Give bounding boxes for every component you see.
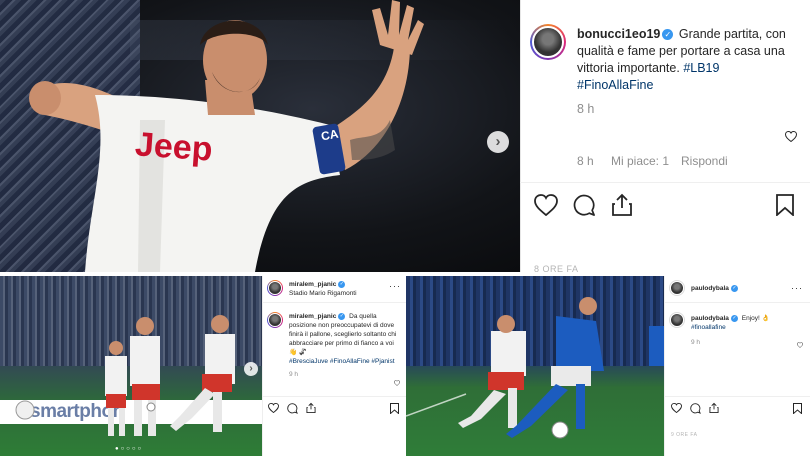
dybala-time-footer: 9 ORE FA [671,432,698,438]
post-time: 8 h [577,102,595,116]
action-divider [520,182,810,183]
dybala-username[interactable]: paulodybala [691,285,729,292]
hashtag-lb19[interactable]: #LB19 [683,61,719,75]
pjanic-players-illustration [15,315,235,436]
dybala-comment-heart-icon[interactable] [797,342,803,348]
pjanic-header: miralem_pjanic ✓ Stadio Mario Rigamonti [289,280,389,298]
dybala-comment-avatar[interactable] [669,312,685,328]
like-heart-icon[interactable] [534,194,558,216]
dybala-comment-user[interactable]: paulodybala [691,315,729,322]
dybala-action-divider [664,396,810,397]
reply-link[interactable]: Rispondi [681,154,728,168]
pjanic-avatar[interactable] [267,280,283,296]
top-post-caption: bonucci1eo19 ✓ Grande partita, con qualit… [577,26,802,94]
pjanic-location[interactable]: Stadio Mario Rigamonti [289,290,357,297]
dybala-more-options-icon[interactable]: ··· [791,283,803,293]
pjanic-post-photo[interactable]: smartphon › ●○○○○ [0,276,262,456]
pjanic-time: 9 h [289,371,299,378]
verified-badge-icon: ✓ [662,29,674,40]
dybala-comment-icon[interactable] [690,403,701,414]
pjanic-comment-heart-icon[interactable] [394,380,400,386]
pjanic-comment: miralem_pjanic ✓ Da quella posizione non … [289,312,401,379]
dybala-header: paulodybala ✓ [691,284,740,293]
comment-like-heart-icon[interactable] [785,131,797,142]
bookmark-icon[interactable] [776,194,794,216]
pjanic-comment-avatar[interactable] [267,312,283,328]
top-time-footer: 8 ORE FA [534,264,579,274]
pjanic-header-divider [262,302,406,303]
dybala-hashtag[interactable]: #finoallafine [691,324,726,331]
dybala-share-icon[interactable] [709,402,719,414]
pjanic-comment-user[interactable]: miralem_pjanic [289,313,336,320]
pjanic-username[interactable]: miralem_pjanic [289,281,336,288]
instagram-collage: Jeep CA › bonucci1eo19 ✓ Grande partita, … [0,0,810,456]
pjanic-action-divider [262,396,406,397]
bonucci-avatar[interactable] [530,24,566,60]
captain-armband-text: CA [319,126,340,144]
dybala-comment-verified-icon: ✓ [730,315,738,322]
dybala-like-icon[interactable] [671,403,682,413]
dybala-post-photo[interactable] [406,276,664,456]
pjanic-share-icon[interactable] [306,402,316,414]
share-icon[interactable] [611,193,633,217]
comment-time: 8 h [577,154,594,168]
dybala-comment-text: Enjoy! 👌 [741,315,770,322]
jersey-sponsor: Jeep [133,125,214,169]
dybala-comment-panel [664,276,810,456]
pjanic-more-options-icon[interactable]: ··· [389,281,401,291]
pjanic-emojis: 👋 🦨 [289,349,307,356]
player-illustration [29,0,424,272]
pjanic-carousel-next-button[interactable]: › [244,362,258,376]
dybala-verified-icon: ✓ [730,285,738,292]
pjanic-comment-verified-icon: ✓ [338,313,346,320]
caption-username[interactable]: bonucci1eo19 [577,27,660,41]
pjanic-bookmark-icon[interactable] [390,403,399,414]
hashtag-finoallafine[interactable]: #FinoAllaFine [577,78,653,92]
dybala-avatar[interactable] [669,280,685,296]
pjanic-hashtags[interactable]: #BresciaJuve #FinoAllaFine #Pjanist [289,358,395,365]
pjanic-comment-icon[interactable] [287,403,298,414]
dybala-header-divider [664,302,810,303]
pjanic-verified-icon: ✓ [338,281,346,288]
dybala-comment: paulodybala ✓ Enjoy! 👌 #finoallafine 9 h [691,314,806,347]
carousel-next-button[interactable]: › [487,131,509,153]
pjanic-like-icon[interactable] [268,403,279,413]
carousel-dots: ●○○○○ [115,446,144,452]
top-post-photo[interactable]: Jeep CA › [0,0,520,272]
comment-likes[interactable]: Mi piace: 1 [611,154,669,168]
dybala-players-illustration [406,297,664,439]
comment-icon[interactable] [573,194,596,217]
dybala-bookmark-icon[interactable] [793,403,802,414]
dybala-time: 9 h [691,339,701,346]
